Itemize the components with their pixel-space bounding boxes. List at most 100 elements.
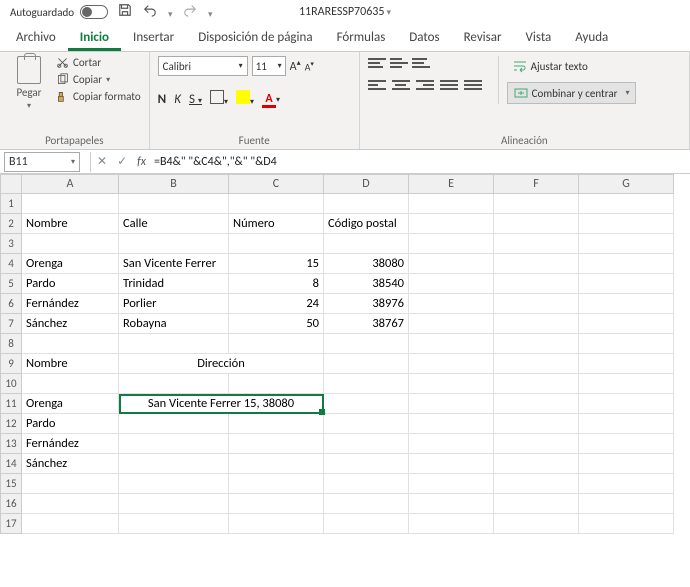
align-middle-icon[interactable]	[390, 56, 408, 70]
cell[interactable]: Trinidad	[119, 274, 229, 294]
row-header[interactable]: 13	[0, 434, 22, 454]
cell[interactable]	[324, 394, 409, 414]
column-header[interactable]: E	[409, 174, 494, 194]
cell[interactable]	[119, 494, 229, 514]
cell[interactable]: Orenga	[22, 254, 119, 274]
cell[interactable]	[494, 374, 579, 394]
cell[interactable]	[22, 474, 119, 494]
indent-decrease-icon[interactable]	[440, 78, 458, 92]
italic-button[interactable]: K	[174, 92, 181, 107]
cell[interactable]	[579, 354, 674, 374]
indent-increase-icon[interactable]	[464, 78, 482, 92]
cell[interactable]: Sánchez	[22, 314, 119, 334]
document-title[interactable]: 11RARESSP70635	[299, 5, 391, 19]
row-header[interactable]: 8	[0, 334, 22, 354]
accept-formula-icon[interactable]: ✓	[117, 154, 127, 169]
cell[interactable]	[409, 514, 494, 534]
cell[interactable]	[409, 494, 494, 514]
cell[interactable]: Nombre	[22, 354, 119, 374]
cell[interactable]	[119, 454, 229, 474]
cell[interactable]	[229, 414, 324, 434]
cell[interactable]	[409, 334, 494, 354]
cell[interactable]	[22, 334, 119, 354]
cell[interactable]	[409, 194, 494, 214]
tab-revisar[interactable]: Revisar	[452, 24, 514, 51]
cell[interactable]: 8	[229, 274, 324, 294]
row-header[interactable]: 17	[0, 514, 22, 534]
cell[interactable]: Pardo	[22, 274, 119, 294]
cell[interactable]: 50	[229, 314, 324, 334]
row-header[interactable]: 1	[0, 194, 22, 214]
cell[interactable]: Calle	[119, 214, 229, 234]
formula-input[interactable]: =B4&" "&C4&","&" "&D4	[154, 155, 690, 169]
cell[interactable]	[494, 234, 579, 254]
cell[interactable]	[579, 194, 674, 214]
cell[interactable]	[579, 214, 674, 234]
cell[interactable]	[494, 274, 579, 294]
fill-color-button[interactable]: ▾	[236, 90, 254, 108]
tab-insertar[interactable]: Insertar	[121, 24, 186, 51]
bold-button[interactable]: N	[158, 92, 167, 107]
column-header[interactable]: G	[579, 174, 674, 194]
column-header[interactable]: A	[22, 174, 119, 194]
tab-datos[interactable]: Datos	[397, 24, 451, 51]
cell[interactable]	[409, 314, 494, 334]
align-left-icon[interactable]	[368, 78, 386, 92]
cell[interactable]	[579, 494, 674, 514]
tab-inicio[interactable]: Inicio	[68, 24, 121, 51]
cancel-formula-icon[interactable]: ✕	[97, 154, 107, 169]
cell[interactable]	[22, 514, 119, 534]
cell[interactable]	[579, 514, 674, 534]
cell[interactable]	[324, 514, 409, 534]
cell[interactable]	[324, 354, 409, 374]
cell[interactable]: Fernández	[22, 294, 119, 314]
column-header[interactable]: D	[324, 174, 409, 194]
cell[interactable]: Número	[229, 214, 324, 234]
merge-center-button[interactable]: Combinar y centrar ▾	[507, 82, 637, 104]
cell[interactable]	[229, 514, 324, 534]
cell[interactable]	[22, 374, 119, 394]
cell[interactable]	[409, 394, 494, 414]
row-header[interactable]: 5	[0, 274, 22, 294]
align-right-icon[interactable]	[416, 78, 434, 92]
cell[interactable]: Pardo	[22, 414, 119, 434]
cell[interactable]: Nombre	[22, 214, 119, 234]
cut-button[interactable]: Cortar	[56, 56, 141, 69]
row-header[interactable]: 3	[0, 234, 22, 254]
cell[interactable]	[579, 274, 674, 294]
row-header[interactable]: 2	[0, 214, 22, 234]
undo-icon[interactable]	[143, 6, 160, 21]
row-header[interactable]: 6	[0, 294, 22, 314]
row-header[interactable]: 12	[0, 414, 22, 434]
cell[interactable]	[494, 454, 579, 474]
cell[interactable]	[579, 234, 674, 254]
cell[interactable]	[494, 294, 579, 314]
row-header[interactable]: 7	[0, 314, 22, 334]
cell[interactable]	[579, 254, 674, 274]
tab-disposicion[interactable]: Disposición de página	[186, 24, 324, 51]
merged-cell[interactable]: San Vicente Ferrer 15, 38080	[119, 394, 324, 414]
cell[interactable]	[579, 454, 674, 474]
row-header[interactable]: 15	[0, 474, 22, 494]
save-icon[interactable]	[118, 6, 135, 21]
cell[interactable]	[324, 474, 409, 494]
cell[interactable]	[409, 234, 494, 254]
cell[interactable]: Robayna	[119, 314, 229, 334]
redo-icon[interactable]: ▾	[168, 9, 173, 20]
cell[interactable]	[409, 414, 494, 434]
cell[interactable]	[229, 454, 324, 474]
cell[interactable]: 38080	[324, 254, 409, 274]
paste-button[interactable]: Pegar ▾	[8, 56, 50, 111]
font-family-select[interactable]: Calibri▾	[158, 56, 248, 76]
column-header[interactable]: F	[494, 174, 579, 194]
cell[interactable]	[324, 434, 409, 454]
redo-icon[interactable]	[183, 6, 200, 21]
tab-archivo[interactable]: Archivo	[4, 24, 68, 51]
cell[interactable]	[494, 254, 579, 274]
qat-more-icon[interactable]: ▾	[208, 9, 213, 20]
cell[interactable]	[579, 334, 674, 354]
cell[interactable]	[119, 234, 229, 254]
shrink-font-icon[interactable]: A▾	[305, 59, 314, 73]
cell[interactable]: Fernández	[22, 434, 119, 454]
tab-ayuda[interactable]: Ayuda	[563, 24, 620, 51]
